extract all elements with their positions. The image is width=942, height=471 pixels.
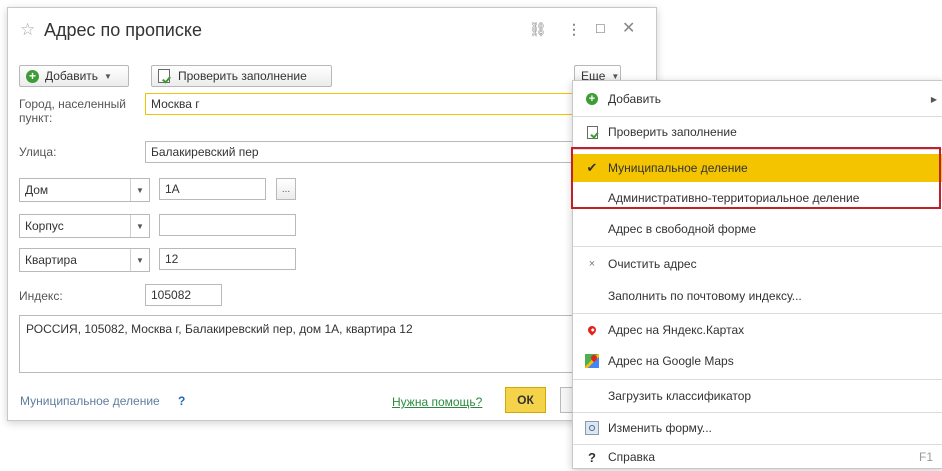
chevron-right-icon: ▶ <box>930 94 937 104</box>
plus-circle-icon: + <box>26 69 39 83</box>
menu-item-add[interactable]: + Добавить ▶ <box>573 85 942 113</box>
menu-item-label: Добавить <box>608 92 662 106</box>
more-vertical-icon[interactable]: ⋮ <box>567 20 581 38</box>
check-document-icon <box>586 125 598 139</box>
menu-item-label: Справка <box>608 450 656 464</box>
ok-button[interactable]: ОК <box>505 387 546 413</box>
menu-item-google-maps[interactable]: Адрес на Google Maps <box>573 347 942 375</box>
link-icon[interactable]: ⛓ <box>529 20 547 38</box>
house-choose-button[interactable]: ... <box>276 178 296 200</box>
menu-item-label: Адрес на Google Maps <box>608 354 734 368</box>
index-input[interactable]: 105082 <box>145 284 222 306</box>
menu-item-label: Адрес в свободной форме <box>608 222 757 236</box>
add-button-label: Добавить <box>45 69 99 83</box>
house-input[interactable]: 1А <box>159 178 266 200</box>
street-value: Балакиревский пер <box>151 145 259 159</box>
close-icon[interactable]: ✕ <box>622 20 635 38</box>
menu-item-shortcut: F1 <box>918 450 933 464</box>
city-input[interactable]: Москва г <box>145 93 575 115</box>
menu-divider <box>573 246 942 247</box>
menu-item-label: Очистить адрес <box>608 257 697 271</box>
flat-type-value: Квартира <box>25 253 77 267</box>
city-label: Город, населенный пункт: <box>19 97 126 125</box>
check-document-icon <box>158 69 170 83</box>
street-input[interactable]: Балакиревский пер <box>145 141 575 163</box>
menu-item-label: Проверить заполнение <box>608 125 737 139</box>
flat-type-select[interactable]: Квартира ▼ <box>19 248 150 272</box>
street-label: Улица: <box>19 145 57 159</box>
address-dialog: ☆ Адрес по прописке ⛓ ⋮ ☐ ✕ + Добавить ▼… <box>7 7 657 421</box>
menu-item-label: Заполнить по почтовому индексу... <box>608 289 802 303</box>
maximize-icon[interactable]: ☐ <box>595 20 606 38</box>
dialog-title: Адрес по прописке <box>44 20 202 40</box>
menu-item-clear-address[interactable]: × Очистить адрес <box>573 250 942 278</box>
chevron-down-icon: ▼ <box>130 179 149 201</box>
city-value: Москва г <box>151 97 200 111</box>
menu-item-free-form-address[interactable]: Адрес в свободной форме <box>573 215 942 243</box>
korpus-type-select[interactable]: Корпус ▼ <box>19 214 150 238</box>
menu-item-yandex-maps[interactable]: Адрес на Яндекс.Картах <box>573 316 942 344</box>
add-button[interactable]: + Добавить ▼ <box>19 65 129 87</box>
menu-item-label: Адрес на Яндекс.Картах <box>608 323 745 337</box>
menu-item-change-form[interactable]: Изменить форму... <box>573 414 942 442</box>
full-address-value: РОССИЯ, 105082, Москва г, Балакиревский … <box>26 322 413 336</box>
house-value: 1А <box>165 182 180 196</box>
menu-item-label: Загрузить классификатор <box>608 389 752 403</box>
need-help-link[interactable]: Нужна помощь? <box>392 395 482 409</box>
menu-divider <box>573 379 942 380</box>
plus-circle-icon: + <box>586 93 598 105</box>
menu-divider <box>573 313 942 314</box>
house-type-select[interactable]: Дом ▼ <box>19 178 150 202</box>
index-label: Индекс: <box>19 289 63 303</box>
menu-divider <box>573 116 942 117</box>
help-icon: ? <box>588 449 596 465</box>
chevron-down-icon: ▼ <box>130 215 149 237</box>
menu-item-load-classifier[interactable]: Загрузить классификатор <box>573 382 942 410</box>
more-dropdown-menu: + Добавить ▶ Проверить заполнение ✔ Муни… <box>572 80 942 469</box>
favorite-star-icon[interactable]: ☆ <box>20 20 35 40</box>
menu-item-fill-by-index[interactable]: Заполнить по почтовому индексу... <box>573 282 942 310</box>
google-maps-icon <box>585 354 599 368</box>
korpus-type-value: Корпус <box>25 219 64 233</box>
check-filling-button[interactable]: Проверить заполнение <box>151 65 332 87</box>
house-type-value: Дом <box>25 183 49 197</box>
form-settings-icon <box>585 421 599 435</box>
menu-item-check-filling[interactable]: Проверить заполнение <box>573 118 942 146</box>
check-filling-label: Проверить заполнение <box>178 69 307 83</box>
flat-value: 12 <box>165 252 179 266</box>
flat-input[interactable]: 12 <box>159 248 296 270</box>
korpus-input[interactable] <box>159 214 296 236</box>
municipal-help-icon[interactable]: ? <box>178 394 185 408</box>
menu-item-label: Изменить форму... <box>608 421 712 435</box>
menu-divider <box>573 412 942 413</box>
clear-x-icon: × <box>588 258 596 270</box>
selection-highlight-frame <box>571 147 941 209</box>
chevron-down-icon: ▼ <box>130 249 149 271</box>
full-address-textarea[interactable]: РОССИЯ, 105082, Москва г, Балакиревский … <box>19 315 575 373</box>
chevron-down-icon: ▼ <box>104 71 112 81</box>
yandex-pin-icon <box>586 324 598 336</box>
index-value: 105082 <box>151 288 192 302</box>
municipal-division-link[interactable]: Муниципальное деление <box>20 394 160 408</box>
